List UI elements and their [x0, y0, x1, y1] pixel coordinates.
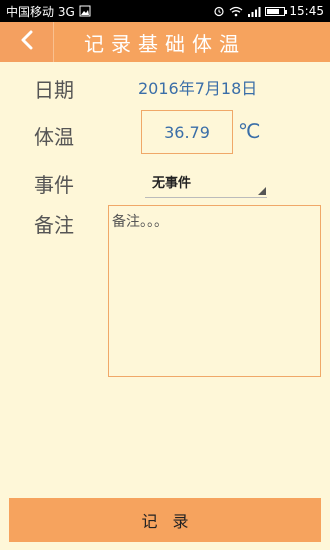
wifi-icon: [229, 6, 243, 17]
event-select[interactable]: 无事件: [145, 170, 267, 198]
date-value[interactable]: 2016年7月18日: [138, 75, 257, 99]
dropdown-corner-icon: [258, 187, 266, 195]
carrier-label: 中国移动 3G: [6, 4, 75, 19]
notes-label: 备注: [34, 213, 74, 237]
record-button[interactable]: 记录: [9, 498, 321, 542]
date-label: 日期: [34, 78, 74, 102]
back-button[interactable]: [0, 22, 54, 62]
signal-icon: [247, 6, 261, 17]
status-bar: 中国移动 3G 15:45: [0, 0, 330, 22]
event-select-value: 无事件: [152, 176, 192, 191]
battery-icon: [265, 6, 288, 16]
event-label: 事件: [34, 173, 74, 197]
temperature-input[interactable]: 36.79: [141, 110, 233, 154]
status-left: 中国移动 3G: [6, 3, 91, 20]
chevron-left-icon: [20, 30, 34, 54]
app-header: 记录基础体温: [0, 22, 330, 62]
temperature-unit: ℃: [238, 119, 261, 143]
notes-textarea[interactable]: 备注。。。: [108, 205, 321, 377]
status-right: 15:45: [213, 4, 324, 18]
page-title: 记录基础体温: [84, 31, 246, 56]
clock: 15:45: [289, 4, 324, 18]
gallery-icon: [79, 5, 91, 17]
temperature-label: 体温: [34, 125, 74, 149]
alarm-icon: [213, 5, 225, 17]
